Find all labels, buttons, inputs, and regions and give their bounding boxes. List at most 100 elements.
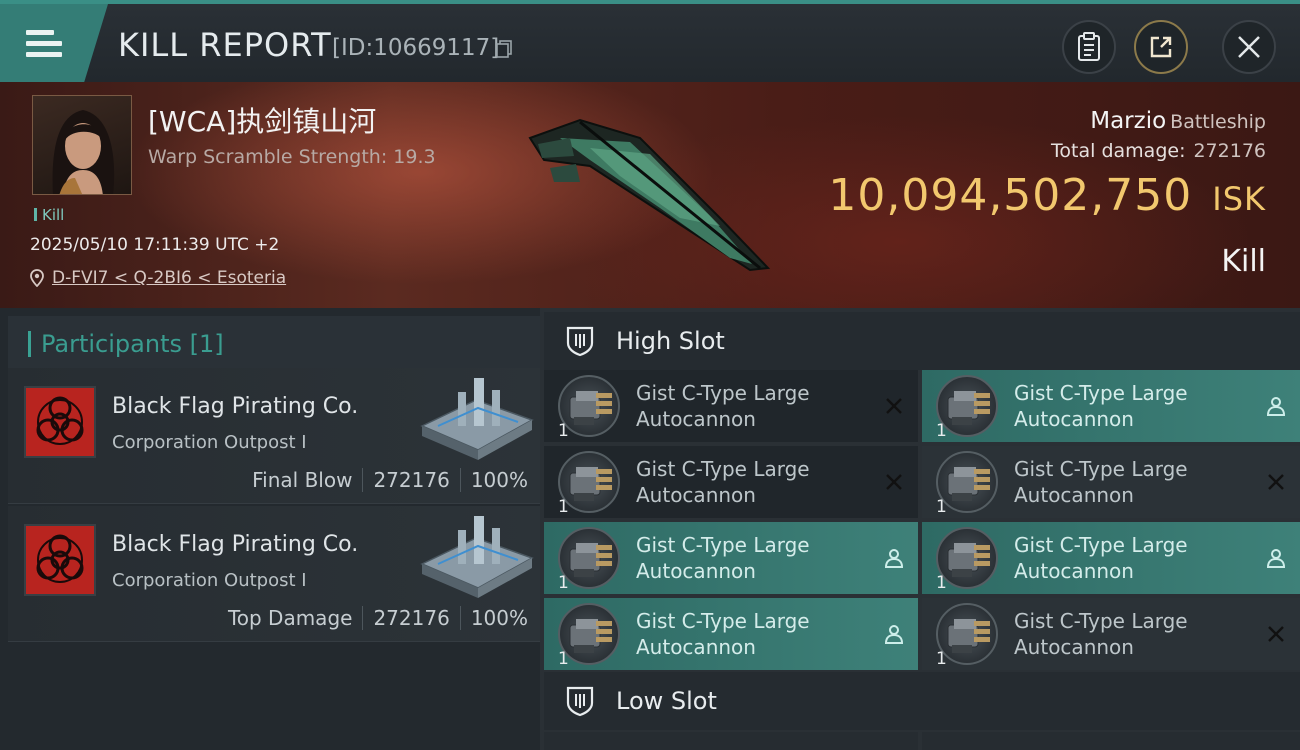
low-slot-item-partial[interactable]	[544, 732, 918, 750]
module-name-line2: Autocannon	[636, 483, 756, 507]
kill-summary: [WCA]执剑镇山河 Warp Scramble Strength: 19.3 …	[0, 82, 1300, 308]
high-slot-module[interactable]: 1 Gist C-Type Large Autocannon	[544, 598, 918, 670]
module-icon: 1	[558, 603, 620, 669]
high-slot-module[interactable]: 1 Gist C-Type Large Autocannon	[922, 370, 1300, 442]
victim-ship-image	[528, 118, 771, 272]
high-slot-module[interactable]: 1 Gist C-Type Large Autocannon	[544, 446, 918, 518]
x-mark-icon	[884, 472, 904, 492]
module-name-line1: Gist C-Type Large	[1014, 457, 1188, 481]
ship-name-text: Marzio	[1090, 108, 1167, 134]
outpost-structure-image	[420, 378, 534, 460]
module-name-line2: Autocannon	[1014, 635, 1134, 659]
person-icon	[1266, 396, 1286, 416]
header-accent	[28, 331, 31, 357]
divider	[362, 468, 364, 492]
close-icon	[1238, 36, 1260, 58]
low-slot-label: Low Slot	[616, 687, 717, 715]
module-name-line2: Autocannon	[636, 635, 756, 659]
high-slot-module[interactable]: 1 Gist C-Type Large Autocannon	[922, 446, 1300, 518]
module-icon: 1	[936, 451, 998, 517]
corp-name: Black Flag Pirating Co.	[112, 394, 359, 419]
isk-amount: 10,094,502,750	[828, 170, 1193, 221]
module-name: Gist C-Type Large Autocannon	[1014, 608, 1244, 660]
module-quantity: 1	[936, 421, 947, 441]
module-quantity: 1	[558, 573, 569, 593]
divider	[362, 606, 364, 630]
participant-percent: 100%	[470, 606, 528, 630]
biohazard-icon	[36, 534, 84, 583]
total-damage: Total damage: 272176	[1051, 140, 1266, 162]
corp-logo	[24, 386, 96, 458]
total-damage-value: 272176	[1193, 140, 1266, 162]
module-quantity: 1	[936, 649, 947, 669]
location-pin-icon	[30, 269, 44, 287]
pilot-portrait[interactable]	[32, 95, 132, 195]
participant-percent: 100%	[470, 468, 528, 492]
participant-damage: 272176	[373, 606, 450, 630]
module-quantity: 1	[558, 421, 569, 441]
x-mark-icon	[1266, 624, 1286, 644]
warp-scramble-strength: Warp Scramble Strength: 19.3	[148, 146, 436, 168]
location-link[interactable]: D-FVI7 < Q-2BI6 < Esoteria	[52, 268, 286, 288]
module-name-line1: Gist C-Type Large	[1014, 381, 1188, 405]
shield-slot-icon	[566, 686, 594, 717]
copy-icon[interactable]	[496, 40, 512, 58]
module-quantity: 1	[558, 649, 569, 669]
module-quantity: 1	[936, 497, 947, 517]
report-id: [ID:10669117]	[332, 35, 500, 61]
kill-result: Kill	[1221, 244, 1266, 279]
participant-card[interactable]: Black Flag Pirating Co. Corporation Outp…	[8, 368, 540, 504]
low-slot-item-partial[interactable]	[922, 732, 1300, 750]
high-slot-module[interactable]: 1 Gist C-Type Large Autocannon	[922, 522, 1300, 594]
share-button[interactable]	[1134, 20, 1188, 74]
participants-header: Participants [1]	[8, 316, 540, 372]
module-quantity: 1	[558, 497, 569, 517]
clipboard-icon	[1078, 32, 1100, 61]
person-icon	[1266, 548, 1286, 568]
module-icon: 1	[936, 603, 998, 669]
high-slot-module[interactable]: 1 Gist C-Type Large Autocannon	[544, 370, 918, 442]
corp-name: Black Flag Pirating Co.	[112, 532, 359, 557]
participant-stats: Top Damage 272176 100%	[228, 606, 528, 630]
participant-role: Top Damage	[227, 606, 353, 630]
high-slot-module[interactable]: 1 Gist C-Type Large Autocannon	[922, 598, 1300, 670]
share-icon	[1150, 36, 1172, 58]
module-name-line1: Gist C-Type Large	[636, 381, 810, 405]
divider	[459, 468, 461, 492]
participant-stats: Final Blow 272176 100%	[252, 468, 528, 492]
participant-ship: Corporation Outpost I	[112, 432, 307, 453]
ship-class: Battleship	[1170, 111, 1266, 133]
clipboard-button[interactable]	[1062, 20, 1116, 74]
module-quantity: 1	[936, 573, 947, 593]
participant-damage: 272176	[373, 468, 450, 492]
participants-panel: Participants [1] Black Flag Pirating Co.…	[0, 308, 540, 750]
participant-role: Final Blow	[252, 468, 353, 492]
x-mark-icon	[1266, 472, 1286, 492]
module-name-line2: Autocannon	[636, 559, 756, 583]
high-slot-module[interactable]: 1 Gist C-Type Large Autocannon	[544, 522, 918, 594]
menu-button[interactable]	[0, 4, 108, 82]
participant-ship: Corporation Outpost I	[112, 570, 307, 591]
low-slot-header: Low Slot	[544, 672, 1300, 730]
module-icon: 1	[558, 375, 620, 441]
close-button[interactable]	[1222, 20, 1276, 74]
module-name-line1: Gist C-Type Large	[636, 457, 810, 481]
kill-timestamp: 2025/05/10 17:11:39 UTC +2	[30, 235, 280, 255]
kill-location[interactable]: D-FVI7 < Q-2BI6 < Esoteria	[30, 268, 286, 288]
outpost-structure-image	[420, 516, 534, 598]
high-slot-header: High Slot	[544, 312, 1300, 370]
pilot-name: [WCA]执剑镇山河	[148, 105, 377, 138]
module-name-line2: Autocannon	[636, 407, 756, 431]
module-icon: 1	[936, 527, 998, 593]
module-name-line1: Gist C-Type Large	[636, 609, 810, 633]
module-name: Gist C-Type Large Autocannon	[636, 532, 866, 584]
top-bar: KILL REPORT [ID:10669117]	[0, 0, 1300, 82]
module-icon: 1	[558, 451, 620, 517]
x-mark-icon	[884, 396, 904, 416]
participant-card[interactable]: Black Flag Pirating Co. Corporation Outp…	[8, 506, 540, 642]
biohazard-icon	[36, 396, 84, 445]
module-name: Gist C-Type Large Autocannon	[636, 380, 866, 432]
shield-slot-icon	[566, 326, 594, 357]
module-name: Gist C-Type Large Autocannon	[1014, 380, 1244, 432]
module-name-line2: Autocannon	[1014, 483, 1134, 507]
